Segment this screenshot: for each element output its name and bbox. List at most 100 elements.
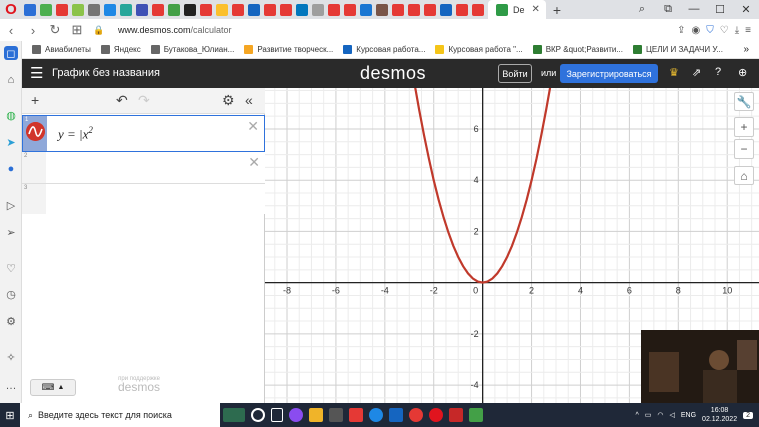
tab-favicon-icon[interactable] [232,3,244,16]
tray-up-arrow-icon[interactable]: ^ [635,412,638,419]
opera-logo-icon[interactable]: O [0,0,22,19]
tab-favicon-icon[interactable] [248,3,260,16]
vivaldi-icon[interactable] [449,408,463,422]
tab-favicon-icon[interactable] [360,3,372,16]
tab-favicon-icon[interactable] [472,3,484,16]
home-view-icon[interactable]: ⌂ [734,166,754,185]
bookmarks-more-icon[interactable]: » [743,44,749,55]
undo-icon[interactable]: ↶ [116,92,128,109]
tab-favicon-icon[interactable] [296,3,308,16]
menu-icon[interactable]: ≡ [745,25,751,36]
tab-favicon-icon[interactable] [152,3,164,16]
language-globe-icon[interactable]: ⊕ [738,66,747,79]
tab-favicon-icon[interactable] [136,3,148,16]
settings-gear-icon[interactable]: ⚙ [4,314,18,328]
help-icon[interactable]: ? [715,66,721,78]
workspace-icon[interactable]: ◻ [4,46,18,60]
tab-favicon-icon[interactable] [216,3,228,16]
opera-taskbar-icon[interactable] [429,408,443,422]
tab-favicon-icon[interactable] [392,3,404,16]
zoom-out-button[interactable]: − [734,139,754,159]
share-icon[interactable]: ⇪ [677,25,685,36]
send-icon[interactable]: ➢ [4,225,18,239]
trophy-icon[interactable]: ♛ [669,66,679,79]
widgets-icon[interactable] [271,408,283,422]
new-tab-button[interactable]: + [546,2,568,18]
tab-favicon-icon[interactable] [120,3,132,16]
vk-icon[interactable]: ● [4,162,18,176]
bookmark-item[interactable]: ВКР &quot;Развити... [532,45,623,54]
tab-favicon-icon[interactable] [88,3,100,16]
news-widget-icon[interactable] [223,408,245,422]
graph-title[interactable]: График без названия [52,67,160,79]
settings-icon[interactable]: ⚙ [222,92,235,109]
tab-favicon-icon[interactable] [408,3,420,16]
favorites-heart-icon[interactable]: ♡ [4,261,18,275]
bookmark-item[interactable]: Яндекс [100,45,141,54]
download-icon[interactable]: ⤓ [735,25,739,36]
zoom-in-button[interactable]: + [734,117,754,137]
hamburger-menu-icon[interactable]: ☰ [30,66,43,81]
start-windows-icon[interactable]: ⊞ [0,409,20,422]
file-explorer-icon[interactable] [309,408,323,422]
more-dots-icon[interactable]: … [4,379,18,393]
battery-icon[interactable]: ▭ [645,411,652,419]
alice-icon[interactable] [289,408,303,422]
heart-icon[interactable]: ♡ [720,25,729,36]
taskbar-search-box[interactable]: ⌕ Введите здесь текст для поиска [20,403,220,427]
task-view-icon[interactable] [251,408,265,422]
forward-icon[interactable]: › [22,23,44,38]
minimize-icon[interactable]: — [681,3,707,16]
expression-row[interactable]: 2 ✕ [22,152,265,184]
language-indicator[interactable]: ENG [681,412,696,419]
camera-icon[interactable]: ◉ [692,25,701,36]
tab-favicon-icon[interactable] [440,3,452,16]
tab-favicon-icon[interactable] [280,3,292,16]
back-icon[interactable]: ‹ [0,23,22,38]
search-tabs-icon[interactable]: ⌕ [629,3,655,16]
tab-favicon-icon[interactable] [104,3,116,16]
telegram-icon[interactable]: ➤ [4,135,18,149]
maximize-icon[interactable]: ☐ [707,3,733,16]
clock[interactable]: 16:08 02.12.2022 [702,406,737,424]
expression-row[interactable]: 3 [22,184,265,214]
history-clock-icon[interactable]: ◷ [4,287,18,301]
bookmark-item[interactable]: Бутакова_Юлиан... [150,45,234,54]
gift-icon[interactable] [349,408,363,422]
keyboard-toggle-button[interactable]: ⌨ ▲ [30,379,76,396]
player-icon[interactable]: ▷ [4,198,18,212]
tab-favicon-icon[interactable] [24,3,36,16]
curve-color-icon[interactable] [26,122,45,141]
reload-icon[interactable]: ↻ [44,22,66,38]
collapse-panel-icon[interactable]: « [245,92,253,108]
tab-favicon-icon[interactable] [344,3,356,16]
edge-icon[interactable] [369,408,383,422]
tab-close-icon[interactable]: ✕ [532,4,540,15]
login-button[interactable]: Войти [498,64,532,83]
redo-icon[interactable]: ↷ [138,92,150,109]
tab-favicon-icon[interactable] [312,3,324,16]
add-item-icon[interactable]: + [31,92,39,108]
snapshot-icon[interactable]: ⧉ [655,3,681,16]
share-graph-icon[interactable]: ⇗ [692,66,701,79]
yandex-browser-icon[interactable] [409,408,423,422]
whatsapp-icon[interactable]: ◍ [4,108,18,122]
url-field[interactable]: www.desmos.com/calculator [118,25,232,35]
video-popup[interactable] [641,330,759,403]
tab-favicon-icon[interactable] [56,3,68,16]
bookmark-item[interactable]: Курсовая работа... [343,45,425,54]
tab-favicon-icon[interactable] [328,3,340,16]
volume-icon[interactable]: ◁ [669,411,674,419]
tab-favicon-icon[interactable] [168,3,180,16]
notification-badge[interactable]: 2 [743,411,753,419]
graph-settings-wrench-icon[interactable]: 🔧 [734,92,754,111]
tab-favicon-icon[interactable] [72,3,84,16]
tab-favicon-icon[interactable] [184,3,196,16]
app-icon[interactable] [469,408,483,422]
tips-bulb-icon[interactable]: ✧ [4,350,18,364]
delete-expression-icon[interactable]: ✕ [247,118,259,135]
store-icon[interactable] [329,408,343,422]
delete-expression-icon[interactable]: ✕ [248,154,260,171]
tab-desmos[interactable]: De ✕ [488,0,546,19]
close-window-icon[interactable]: ✕ [733,3,759,16]
